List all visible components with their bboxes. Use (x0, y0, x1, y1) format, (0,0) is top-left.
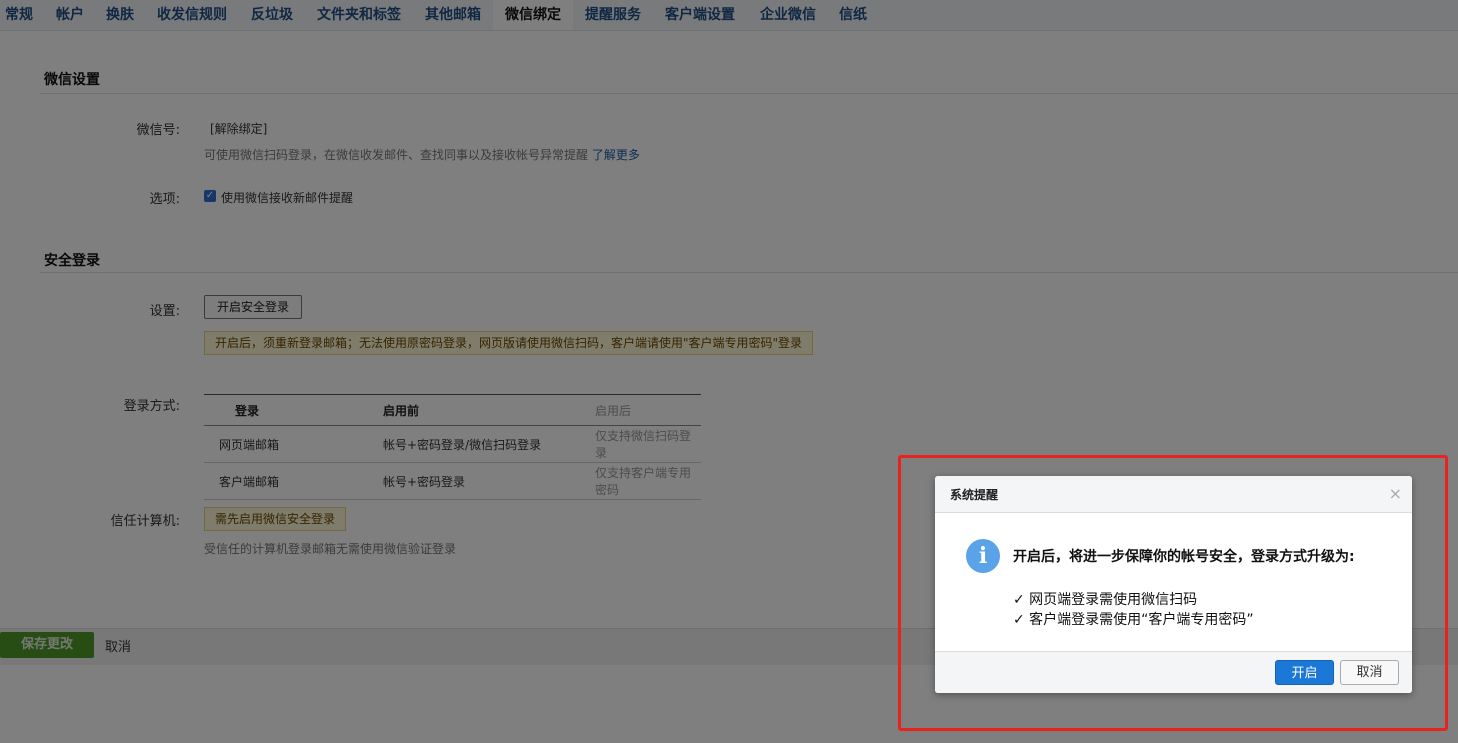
close-icon[interactable]: × (1389, 484, 1402, 503)
dialog-header: 系统提醒 × (935, 476, 1412, 513)
dialog-cancel-button[interactable]: 取消 (1340, 660, 1399, 685)
system-reminder-dialog: 系统提醒 × i 开启后，将进一步保障你的帐号安全，登录方式升级为: ✓ 网页端… (935, 476, 1412, 693)
info-icon: i (966, 539, 1000, 573)
dialog-list-item: ✓ 客户端登录需使用“客户端专用密码” (1013, 612, 1254, 628)
enable-confirm-button[interactable]: 开启 (1275, 660, 1334, 685)
dialog-message: 开启后，将进一步保障你的帐号安全，登录方式升级为: (1013, 549, 1355, 565)
dialog-list-item: ✓ 网页端登录需使用微信扫码 (1013, 592, 1198, 608)
dialog-title: 系统提醒 (950, 488, 999, 502)
